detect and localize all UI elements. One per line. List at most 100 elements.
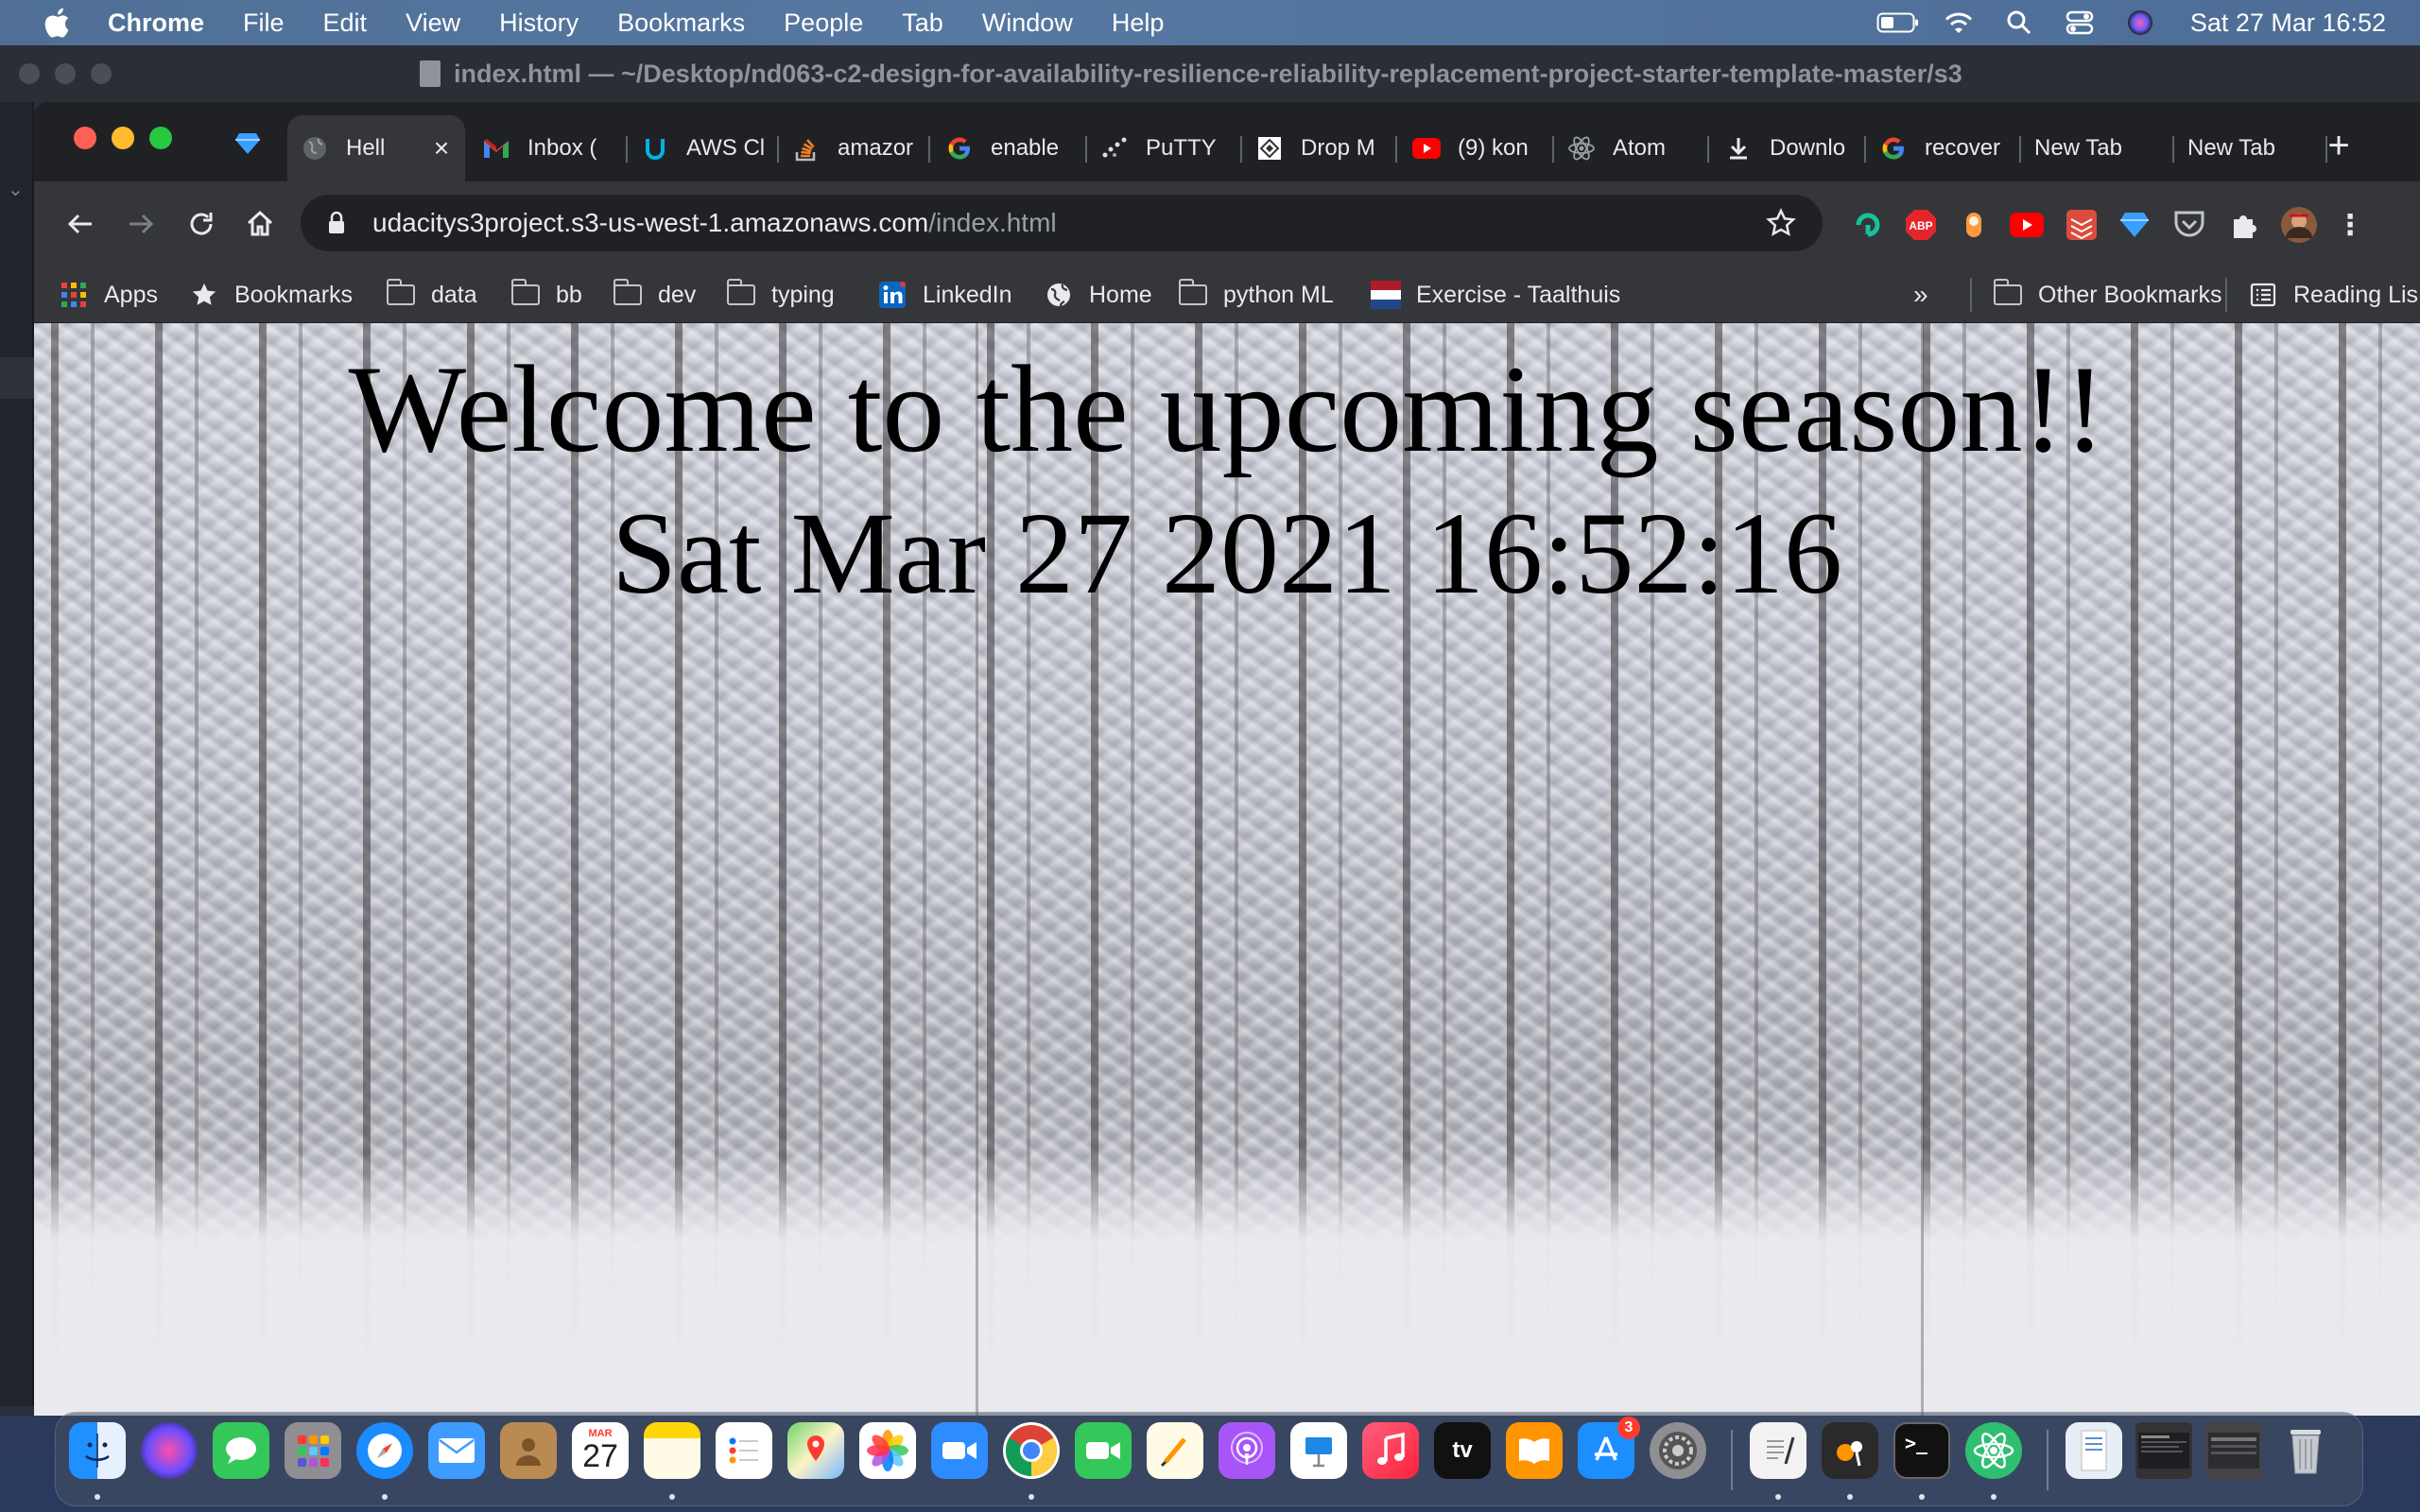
siri-icon[interactable] bbox=[141, 1422, 198, 1479]
menu-bookmarks[interactable]: Bookmarks bbox=[617, 9, 745, 38]
screenshot-thumbnail-icon[interactable] bbox=[2135, 1422, 2192, 1479]
address-bar[interactable]: udacitys3project.s3-us-west-1.amazonaws.… bbox=[301, 195, 1823, 251]
atom-app-icon[interactable] bbox=[1965, 1422, 2022, 1479]
reading-list-button[interactable]: Reading Lis bbox=[2225, 278, 2418, 312]
youtube-ext-icon[interactable] bbox=[2008, 206, 2046, 244]
app-store-icon[interactable]: 3 bbox=[1578, 1417, 1640, 1479]
tab-downloads[interactable]: Downlo bbox=[1711, 115, 1866, 181]
downloads-stack-icon[interactable] bbox=[2205, 1422, 2262, 1479]
new-tab-button[interactable]: + bbox=[2318, 125, 2360, 166]
puzzle-icon[interactable] bbox=[2225, 206, 2263, 244]
menu-edit[interactable]: Edit bbox=[323, 9, 368, 38]
trash-icon[interactable] bbox=[2277, 1422, 2334, 1479]
terminal-icon[interactable]: >_ bbox=[1893, 1422, 1950, 1479]
maps-icon[interactable] bbox=[787, 1422, 844, 1479]
apple-tv-icon[interactable]: tv bbox=[1434, 1422, 1491, 1479]
bookmarks-overflow-chevron[interactable]: » bbox=[1913, 278, 1928, 312]
photos-icon[interactable] bbox=[859, 1422, 916, 1479]
launchpad-icon[interactable] bbox=[285, 1422, 341, 1479]
tab-aws[interactable]: AWS Cl bbox=[628, 115, 779, 181]
menu-view[interactable]: View bbox=[406, 9, 460, 38]
tab-atom[interactable]: Atom bbox=[1554, 115, 1709, 181]
tab-new-2[interactable]: New Tab bbox=[2174, 115, 2327, 181]
close-window-button[interactable] bbox=[74, 127, 96, 149]
podcasts-icon[interactable] bbox=[1219, 1422, 1275, 1479]
bookmark-star-icon[interactable] bbox=[1764, 206, 1798, 240]
battery-icon[interactable] bbox=[1876, 6, 1920, 40]
zoom-window-button[interactable] bbox=[149, 127, 172, 149]
home-button[interactable] bbox=[238, 202, 282, 246]
wifi-icon[interactable] bbox=[1937, 6, 1980, 40]
safari-icon[interactable] bbox=[356, 1422, 413, 1479]
script-editor-icon[interactable] bbox=[1147, 1422, 1203, 1479]
back-button[interactable] bbox=[59, 202, 102, 246]
atom-minimize-button[interactable] bbox=[55, 63, 76, 84]
bookmark-folder-data[interactable]: data bbox=[386, 278, 477, 312]
lock-icon[interactable] bbox=[327, 209, 350, 237]
bookmark-home[interactable]: Home bbox=[1044, 278, 1152, 312]
forward-button[interactable] bbox=[119, 202, 163, 246]
abp-icon[interactable]: ABP bbox=[1902, 206, 1940, 244]
bookmark-other-bookmarks[interactable]: Other Bookmarks bbox=[1970, 278, 2222, 312]
menu-people[interactable]: People bbox=[784, 9, 863, 38]
tab-gmail[interactable]: Inbox ( bbox=[469, 115, 628, 181]
bookmark-folder-typing[interactable]: typing bbox=[726, 278, 835, 312]
atom-tree-selected-row[interactable] bbox=[0, 357, 34, 399]
menu-help[interactable]: Help bbox=[1112, 9, 1165, 38]
profile-avatar[interactable] bbox=[2280, 206, 2318, 244]
todoist-icon[interactable] bbox=[2063, 206, 2100, 244]
calendar-icon[interactable]: MAR 27 bbox=[572, 1422, 629, 1479]
tab-new-1[interactable]: New Tab bbox=[2021, 115, 2174, 181]
menu-window[interactable]: Window bbox=[982, 9, 1073, 38]
atom-close-button[interactable] bbox=[19, 63, 40, 84]
facetime-icon[interactable] bbox=[1075, 1422, 1132, 1479]
honey-icon[interactable] bbox=[1955, 206, 1993, 244]
network-utility-icon[interactable] bbox=[1822, 1422, 1878, 1479]
gem-icon[interactable] bbox=[2116, 206, 2153, 244]
tab-enable[interactable]: enable bbox=[932, 115, 1087, 181]
menu-file[interactable]: File bbox=[243, 9, 285, 38]
bookmark-apps[interactable]: Apps bbox=[59, 278, 158, 312]
music-icon[interactable] bbox=[1362, 1422, 1419, 1479]
chrome-icon[interactable] bbox=[1003, 1422, 1060, 1479]
bookmark-folder-bb[interactable]: bb bbox=[510, 278, 582, 312]
notes-icon[interactable] bbox=[644, 1422, 700, 1479]
bookmark-bookmarks[interactable]: Bookmarks bbox=[189, 278, 353, 312]
bookmark-folder-dev[interactable]: dev bbox=[613, 278, 696, 312]
contacts-icon[interactable] bbox=[500, 1422, 557, 1479]
tab-putty[interactable]: PuTTY bbox=[1087, 115, 1242, 181]
menu-app-name[interactable]: Chrome bbox=[108, 9, 204, 38]
finder-icon[interactable] bbox=[69, 1422, 126, 1479]
keynote-icon[interactable] bbox=[1290, 1422, 1347, 1479]
control-center-icon[interactable] bbox=[2058, 6, 2101, 40]
apple-menu-icon[interactable] bbox=[38, 4, 76, 42]
pinned-tab-gem[interactable] bbox=[229, 125, 267, 163]
document-stack-icon[interactable] bbox=[2066, 1422, 2122, 1479]
zoom-icon[interactable] bbox=[931, 1422, 988, 1479]
books-icon[interactable] bbox=[1506, 1422, 1563, 1479]
siri-icon[interactable] bbox=[2118, 6, 2162, 40]
reload-button[interactable] bbox=[180, 202, 223, 246]
bookmark-exercise-taalthuis[interactable]: Exercise - Taalthuis bbox=[1371, 278, 1620, 312]
minimize-window-button[interactable] bbox=[112, 127, 134, 149]
grammarly-ext-icon[interactable] bbox=[1849, 206, 1887, 244]
bookmark-folder-python-ml[interactable]: python ML bbox=[1178, 278, 1334, 312]
mail-icon[interactable] bbox=[428, 1422, 485, 1479]
textedit-icon[interactable] bbox=[1750, 1422, 1806, 1479]
close-tab-icon[interactable]: × bbox=[429, 133, 454, 163]
chrome-menu-icon[interactable]: ⋮ bbox=[2331, 206, 2369, 244]
chevron-down-icon[interactable]: ⌄ bbox=[8, 178, 24, 201]
tab-youtube[interactable]: (9) kon bbox=[1399, 115, 1554, 181]
atom-zoom-button[interactable] bbox=[91, 63, 112, 84]
tab-drop[interactable]: Drop M bbox=[1242, 115, 1397, 181]
messages-icon[interactable] bbox=[213, 1422, 269, 1479]
menu-history[interactable]: History bbox=[499, 9, 579, 38]
reminders-icon[interactable] bbox=[716, 1422, 772, 1479]
tab-hello[interactable]: Hell × bbox=[287, 115, 465, 181]
spotlight-search-icon[interactable] bbox=[1997, 6, 2041, 40]
menu-tab[interactable]: Tab bbox=[902, 9, 943, 38]
bookmark-linkedin[interactable]: LinkedIn bbox=[877, 278, 1012, 312]
tab-recover[interactable]: recover bbox=[1866, 115, 2021, 181]
menubar-clock[interactable]: Sat 27 Mar 16:52 bbox=[2190, 9, 2386, 38]
tab-amazon[interactable]: amazor bbox=[779, 115, 930, 181]
